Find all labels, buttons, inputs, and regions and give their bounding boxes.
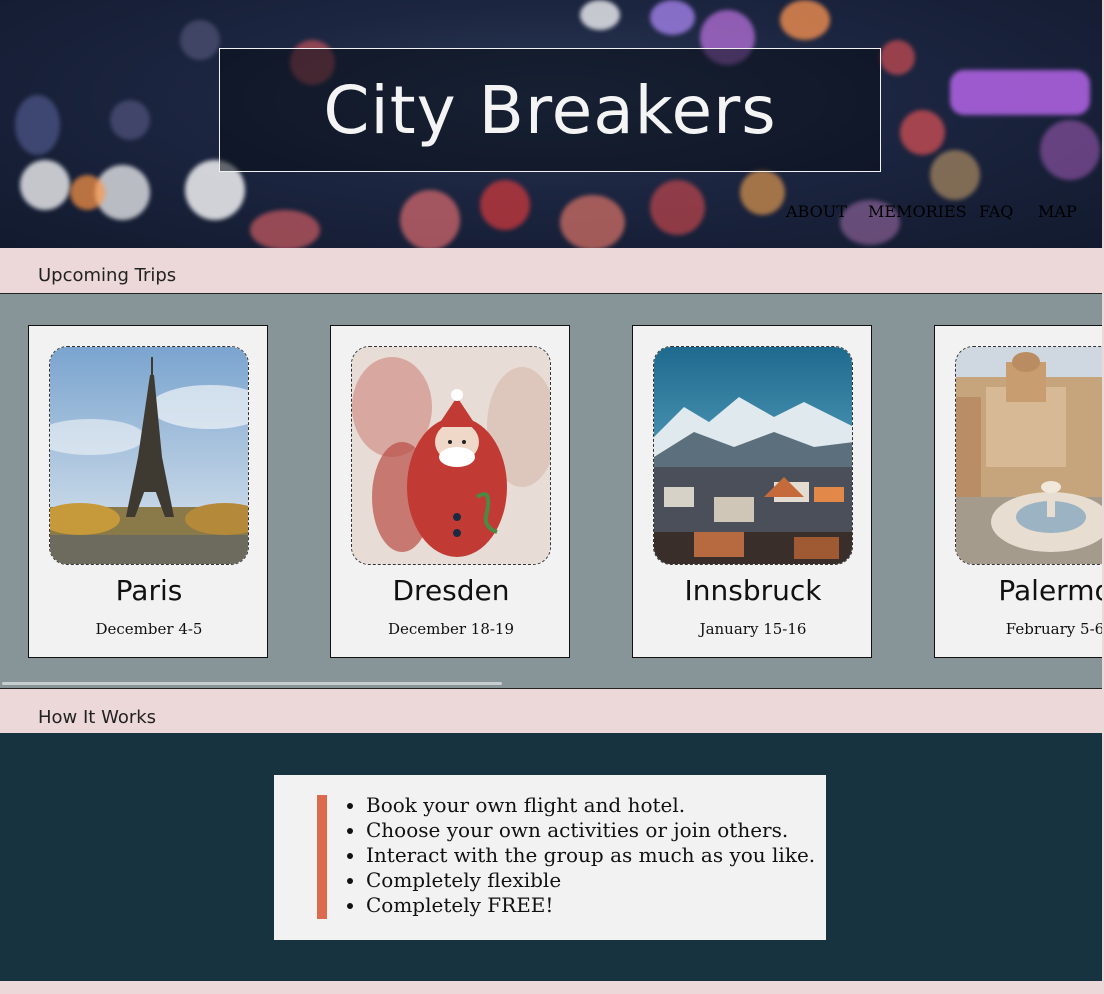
trip-dates: December 4-5: [95, 620, 203, 638]
hero-header: City Breakers ABOUT MEMORIES FAQ MAP: [0, 0, 1102, 248]
title-box: City Breakers: [219, 48, 881, 172]
nav-about-link[interactable]: ABOUT: [786, 202, 847, 221]
list-item: Book your own flight and hotel.: [366, 793, 815, 818]
site-title: City Breakers: [323, 71, 777, 149]
how-it-works-heading: How It Works: [38, 707, 157, 728]
trip-card-innsbruck[interactable]: Innsbruck January 15-16: [632, 325, 872, 658]
list-item: Completely flexible: [366, 868, 815, 893]
trips-carousel[interactable]: Paris December 4-5 Dresden December 18-1…: [0, 293, 1102, 689]
trip-city: Dresden: [392, 574, 510, 607]
dresden-photo: [351, 346, 551, 565]
carousel-scrollbar[interactable]: [2, 682, 502, 685]
how-it-works-header: How It Works: [0, 689, 1102, 733]
innsbruck-photo: [653, 346, 853, 565]
trip-dates: December 18-19: [387, 620, 515, 638]
nav-map-link[interactable]: MAP: [1038, 202, 1077, 221]
upcoming-trips-header: Upcoming Trips: [0, 248, 1102, 293]
trip-city: Innsbruck: [684, 574, 822, 607]
list-item: Choose your own activities or join other…: [366, 818, 815, 843]
accent-bar: [317, 795, 327, 919]
upcoming-trips-heading: Upcoming Trips: [38, 265, 177, 286]
trip-card-paris[interactable]: Paris December 4-5: [28, 325, 268, 658]
list-item: Interact with the group as much as you l…: [366, 843, 815, 868]
paris-photo: [49, 346, 249, 565]
trip-card-palermo[interactable]: Palermo February 5-6: [934, 325, 1102, 658]
trip-city: Palermo: [998, 574, 1102, 607]
nav-memories-link[interactable]: MEMORIES: [868, 202, 967, 221]
how-it-works-box: Book your own flight and hotel. Choose y…: [274, 775, 826, 940]
trip-card-dresden[interactable]: Dresden December 18-19: [330, 325, 570, 658]
palermo-photo: [955, 346, 1102, 565]
nav-faq-link[interactable]: FAQ: [979, 202, 1013, 221]
trip-city: Paris: [115, 574, 183, 607]
how-it-works-section: Book your own flight and hotel. Choose y…: [0, 733, 1102, 981]
footer-strip: [0, 981, 1104, 994]
how-it-works-list: Book your own flight and hotel. Choose y…: [340, 793, 815, 918]
trip-dates: February 5-6: [1005, 620, 1102, 638]
list-item: Completely FREE!: [366, 893, 815, 918]
trip-dates: January 15-16: [699, 620, 807, 638]
